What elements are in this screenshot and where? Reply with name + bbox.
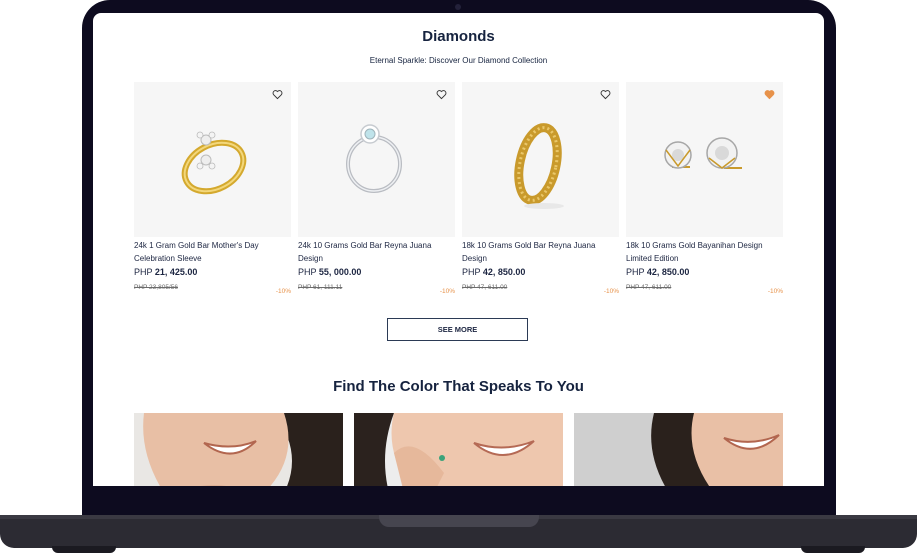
old-price: PHP 47, 611.00 (626, 284, 672, 291)
section-title: Diamonds (422, 28, 495, 45)
product-price: PHP 42, 850.00 (626, 267, 689, 277)
product-card[interactable]: 18k 10 Grams Gold Bar Reyna Juana Design… (462, 82, 619, 295)
heart-icon[interactable] (600, 89, 611, 100)
earrings-image (664, 137, 742, 169)
price-currency: PHP (626, 267, 645, 277)
old-price: PHP 23,805/56 (134, 284, 178, 291)
section-subtitle: Eternal Sparkle: Discover Our Diamond Co… (369, 56, 548, 65)
price-currency: PHP (462, 267, 481, 277)
ring-image (346, 124, 402, 193)
product-name[interactable]: 18k 10 Grams Gold Bayanihan Design Limit… (626, 240, 783, 265)
laptop-foot-right (801, 546, 865, 553)
product-image[interactable] (626, 82, 783, 237)
laptop-foot-left (52, 546, 116, 553)
heart-icon[interactable] (272, 89, 283, 100)
product-card[interactable]: 18k 10 Grams Gold Bayanihan Design Limit… (626, 82, 783, 295)
product-name[interactable]: 18k 10 Grams Gold Bar Reyna Juana Design (462, 240, 619, 265)
product-image[interactable] (134, 82, 291, 237)
ring-image (514, 123, 564, 209)
discount-badge: -10% (767, 288, 783, 295)
model-photo[interactable] (574, 413, 783, 486)
discount-badge: -10% (275, 288, 291, 295)
price-currency: PHP (134, 267, 153, 277)
price-value: 42, 850.00 (482, 267, 526, 277)
price-value: 55, 000.00 (318, 267, 362, 277)
product-card[interactable]: 24k 1 Gram Gold Bar Mother's Day Celebra… (134, 82, 291, 295)
product-price: PHP 21, 425.00 (134, 267, 197, 277)
heart-filled-icon[interactable] (764, 89, 775, 100)
price-value: 21, 425.00 (154, 267, 198, 277)
product-image[interactable] (462, 82, 619, 237)
discount-badge: -10% (603, 288, 619, 295)
product-name[interactable]: 24k 10 Grams Gold Bar Reyna Juana Design (298, 240, 455, 265)
product-price: PHP 42, 850.00 (462, 267, 525, 277)
color-section-title: Find The Color That Speaks To You (333, 378, 584, 395)
old-price: PHP 47, 611.00 (462, 284, 508, 291)
product-image[interactable] (298, 82, 455, 237)
price-value: 42, 850.00 (646, 267, 690, 277)
model-photo[interactable] (354, 413, 563, 486)
old-price: PHP 61, 111.11 (298, 284, 343, 291)
discount-badge: -10% (439, 288, 455, 295)
ring-image (181, 131, 247, 195)
product-name[interactable]: 24k 1 Gram Gold Bar Mother's Day Celebra… (134, 240, 291, 265)
heart-icon[interactable] (436, 89, 447, 100)
price-currency: PHP (298, 267, 317, 277)
see-more-button[interactable]: SEE MORE (387, 318, 528, 341)
laptop-screen: Diamonds Eternal Sparkle: Discover Our D… (93, 13, 824, 486)
laptop-notch (379, 515, 539, 527)
product-card[interactable]: 24k 10 Grams Gold Bar Reyna Juana Design… (298, 82, 455, 295)
webcam-dot (455, 4, 461, 10)
model-photo[interactable] (134, 413, 343, 486)
product-price: PHP 55, 000.00 (298, 267, 361, 277)
